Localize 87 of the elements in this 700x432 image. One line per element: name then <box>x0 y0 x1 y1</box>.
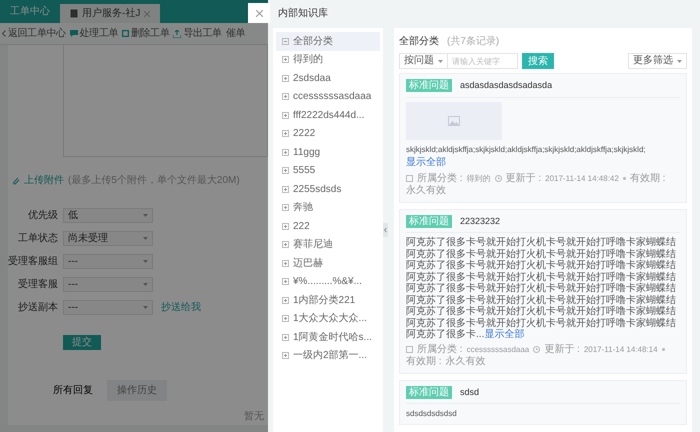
caret-icon <box>143 214 148 217</box>
toolbar-button[interactable]: 删除工单 <box>120 26 172 41</box>
more-filters-dropdown[interactable]: 更多筛选 <box>628 53 687 69</box>
tag: 标准问题 <box>406 79 452 92</box>
tree-item[interactable]: 奔驰 <box>276 198 380 217</box>
validity-value: 永久有效 <box>406 184 446 196</box>
toolbar-button[interactable]: 返回工单中心 <box>0 26 68 41</box>
page-tab[interactable]: 用户服务-社J <box>60 4 160 23</box>
select-field[interactable]: --- <box>63 254 153 269</box>
tree-item[interactable]: 1大众大众大众... <box>276 310 380 328</box>
tree-item[interactable]: 2sdsdaa <box>276 69 380 88</box>
tree-item[interactable]: 得到的 <box>276 50 380 69</box>
validity-label: 有效期 : <box>406 356 442 368</box>
updated-time: 2017-11-14 14:48:14 <box>584 344 658 356</box>
tag: 标准问题 <box>406 386 452 399</box>
tree-item[interactable]: 2255sdsds <box>276 180 380 198</box>
tree-item[interactable]: ccessssssasdaaa <box>276 88 380 106</box>
select-field[interactable]: --- <box>63 300 153 315</box>
clock-icon <box>494 175 502 182</box>
close-icon <box>256 10 262 16</box>
caret-icon <box>143 260 148 263</box>
caret-icon <box>143 306 148 309</box>
field-label: 优先级 <box>27 208 59 223</box>
validity-label: 有效期 : <box>630 172 666 184</box>
card-title[interactable]: 22323232 <box>460 214 500 228</box>
filter-dropdown[interactable]: 按问题 <box>399 53 448 69</box>
search-field[interactable]: 请输入关键字 <box>448 53 518 69</box>
toolbar-button[interactable]: 催单 <box>224 26 248 41</box>
tree-item[interactable]: 1阿黄金时代哈s... <box>276 328 380 346</box>
field-label: 受理客服 <box>17 278 59 292</box>
field-label: 受理客服组 <box>7 254 59 269</box>
select-field[interactable]: 尚未受理 <box>63 231 153 246</box>
tree-item[interactable]: ¥%.........%&¥... <box>276 272 380 291</box>
toolbar-button[interactable]: 处理工单 <box>68 26 120 41</box>
category-icon <box>406 175 413 182</box>
chat-icon <box>70 30 78 37</box>
caret-icon <box>143 237 148 240</box>
caret-icon <box>438 60 443 62</box>
show-all-link[interactable]: 显示全部 <box>484 329 524 340</box>
export-icon <box>173 30 182 38</box>
card-body-text: skjkjskld;akldjskffja;skjkjskld;akldjskffja;skjkjskld;akldjskffja;skjkjskld; <box>406 144 647 154</box>
tree-item[interactable]: 11ggg <box>276 143 380 162</box>
updated-label: 更新于 : <box>544 344 580 356</box>
updated-time: 2017-11-14 14:48:42 <box>545 172 619 184</box>
category-value: 得到的 <box>466 172 491 184</box>
tree-item[interactable]: 一级内2部第一... <box>276 346 380 365</box>
list-title: 全部分类 <box>399 34 439 49</box>
back-chevron-icon <box>2 30 6 37</box>
select-field[interactable]: 低 <box>63 208 153 223</box>
updated-label: 更新于 : <box>506 172 542 184</box>
toolbar-button[interactable]: 导出工单 <box>171 26 224 41</box>
paperclip-icon <box>13 176 20 184</box>
tree-item[interactable]: 迈巴赫 <box>276 254 380 272</box>
card-body-text: 阿克苏了很多卡号就开始打火机卡号就开始打呼噜卡家蝴蝶结阿克苏了很多卡号就开始打火机卡号就开始打呼噜卡家蝴蝶结阿克苏了很多卡号就开始打火机卡号就开始打呼噜卡家蝴蝶结阿克苏了很多卡号就开始打火机卡号就开始打呼噜卡家蝴蝶结阿克苏了很多卡号就开始打火机卡号就开始打呼噜卡家蝴蝶结阿克苏了很多卡号就开始打火机卡号就开始打呼噜卡家蝴蝶结阿克苏了很多卡号就开始打火机卡号就开始打呼噜卡家蝴蝶结阿克苏了很多卡号就开始打火机卡号就开始打呼噜卡家蝴蝶结阿克苏了很多卡...显示全部 <box>406 237 677 340</box>
category-label: 所属分类 : <box>417 172 463 184</box>
drawer-title: 内部知识库 <box>277 6 329 21</box>
upload-hint: (最多上传5个附件，单个文件最大20M) <box>68 174 240 188</box>
card-body-text: sdsdsdsdsdsd <box>406 408 458 419</box>
tree-item[interactable]: 2222 <box>276 124 380 143</box>
tree-item[interactable]: 赛菲尼迪 <box>276 236 380 254</box>
field-label: 工单状态 <box>17 232 59 246</box>
validity-value: 永久有效 <box>446 356 486 368</box>
image-icon <box>448 116 460 126</box>
document-icon <box>70 9 78 18</box>
card-title[interactable]: sdsd <box>460 386 480 399</box>
select-field[interactable]: --- <box>63 277 153 292</box>
caret-icon <box>677 60 682 62</box>
show-all-link[interactable]: 显示全部 <box>406 156 446 168</box>
bullet-icon <box>662 348 665 351</box>
tree-item[interactable]: fff2222ds444d... <box>276 106 380 124</box>
field-label: 抄送副本 <box>17 300 59 315</box>
tree-item[interactable]: 1内部分类221 <box>276 291 380 310</box>
close-button[interactable] <box>248 3 270 23</box>
bullet-icon <box>622 177 626 180</box>
collapse-handle-icon <box>383 223 388 237</box>
record-count: (共7条记录) <box>447 34 500 49</box>
tree-item[interactable]: 5555 <box>276 162 380 180</box>
card-title[interactable]: asdasdasdasdsadasda <box>460 79 552 92</box>
category-label: 所属分类 : <box>417 344 463 356</box>
tag: 标准问题 <box>406 214 452 228</box>
tree-item[interactable]: 全部分类 <box>276 32 380 50</box>
caret-icon <box>143 283 148 286</box>
category-value: ccessssssasdaaa <box>466 344 530 356</box>
clock-icon <box>533 346 540 353</box>
category-icon <box>406 346 413 353</box>
empty-message: 暂无 <box>243 410 265 424</box>
tree-item[interactable]: 222 <box>276 217 380 236</box>
